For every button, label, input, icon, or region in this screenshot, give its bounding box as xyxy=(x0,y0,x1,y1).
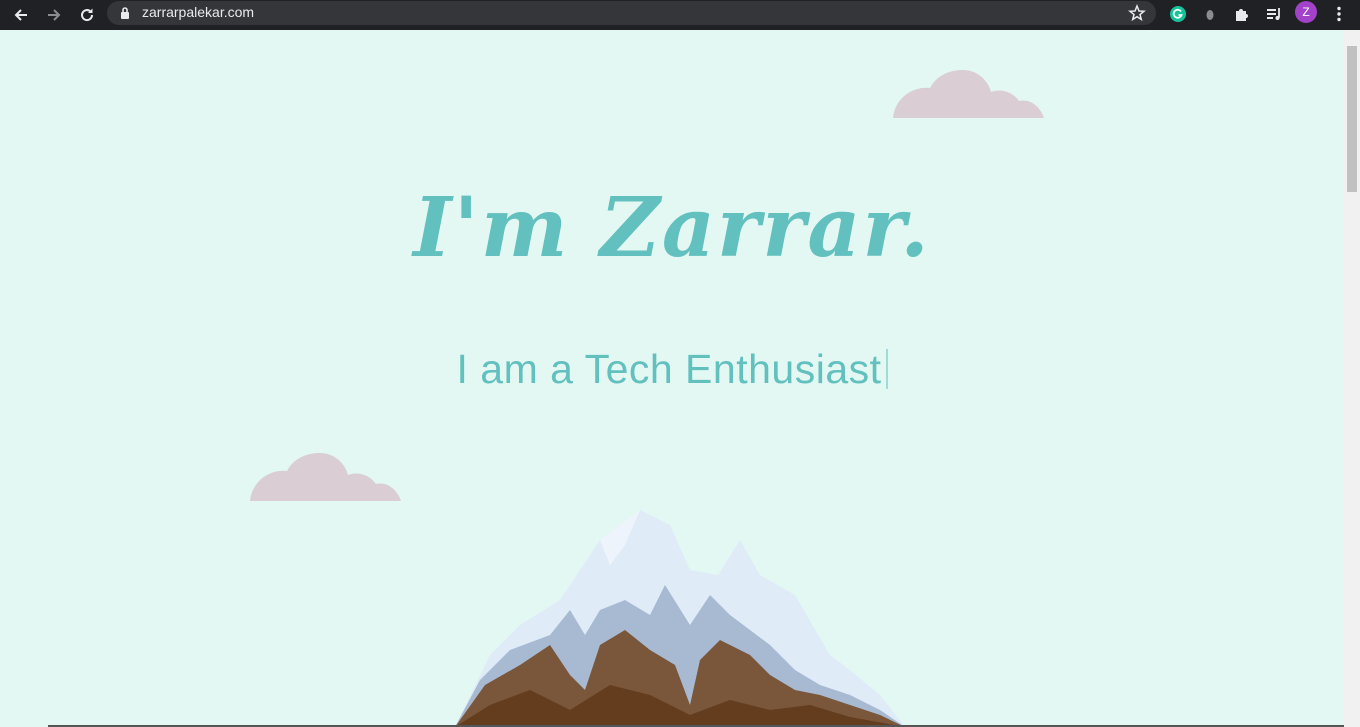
scrollbar-thumb[interactable] xyxy=(1347,46,1357,192)
media-control-button[interactable] xyxy=(1263,3,1285,25)
reload-icon xyxy=(81,8,94,22)
typing-cursor xyxy=(885,349,888,389)
profile-button[interactable]: Z xyxy=(1294,0,1318,24)
forward-icon xyxy=(48,9,61,21)
hero-title: I'm Zarrar. xyxy=(413,180,931,276)
vertical-scrollbar[interactable] xyxy=(1344,30,1360,727)
grammarly-button[interactable] xyxy=(1167,3,1189,25)
mountain-illustration xyxy=(455,510,905,727)
forward-button[interactable] xyxy=(42,3,66,27)
typed-tagline: I am a Tech Enthusiast xyxy=(456,346,882,392)
lock-icon xyxy=(121,7,129,19)
reload-button[interactable] xyxy=(75,3,99,27)
puzzle-icon xyxy=(1236,9,1248,21)
chrome-menu-button[interactable] xyxy=(1328,3,1350,25)
address-bar[interactable]: zarrarpalekar.com xyxy=(107,1,1156,25)
extension-button[interactable] xyxy=(1199,3,1221,25)
star-icon[interactable] xyxy=(1128,4,1146,22)
page-content: I'm Zarrar. I am a Tech Enthusiast xyxy=(0,30,1344,727)
extensions-menu-button[interactable] xyxy=(1231,3,1253,25)
profile-initial: Z xyxy=(1302,5,1310,19)
menu-icon xyxy=(1337,6,1341,22)
media-icon xyxy=(1267,8,1280,20)
extension-icon xyxy=(1206,10,1214,20)
back-icon xyxy=(14,9,27,21)
cloud-right xyxy=(893,70,1044,118)
tagline-container: I am a Tech Enthusiast xyxy=(0,346,1344,393)
grammarly-icon xyxy=(1170,6,1186,22)
avatar: Z xyxy=(1295,1,1317,23)
back-button[interactable] xyxy=(9,3,33,27)
url-text: zarrarpalekar.com xyxy=(142,4,255,20)
browser-toolbar: zarrarpalekar.com Z xyxy=(0,0,1360,30)
cloud-left xyxy=(250,453,401,501)
